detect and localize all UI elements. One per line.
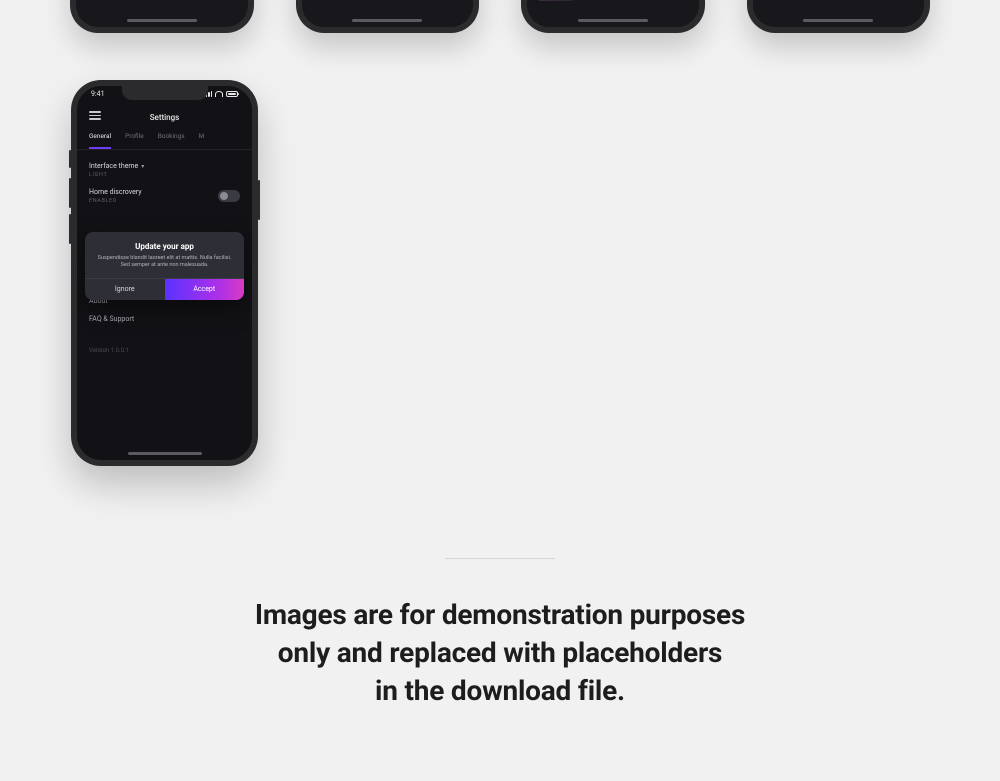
phone-side-button (258, 180, 260, 220)
home-indicator (127, 19, 197, 22)
peek3-thumbnail (537, 0, 575, 1)
section-divider (445, 558, 555, 559)
interface-theme-label: Interface theme (89, 162, 138, 170)
settings-phone-frame: 9:41 Settings General Profile Bookings M… (71, 80, 258, 466)
app-version-text: Version 1.0.0.1 (89, 347, 240, 354)
dialog-description: Suspendisse blandit laoreet elit at matt… (95, 255, 234, 270)
dialog-actions: Ignore Accept (85, 278, 244, 300)
interface-theme-value: LIGHT (89, 172, 240, 178)
home-discovery-label: Home discrovery (89, 188, 142, 196)
caption-line-1: Images are for demonstration purposes (255, 598, 745, 631)
settings-screen: 9:41 Settings General Profile Bookings M… (77, 86, 252, 460)
top-phone-peek-row: Phebe Adams Writer/Journalist Adam West (70, 0, 930, 33)
phone-peek-4 (747, 0, 931, 33)
ignore-button[interactable]: Ignore (85, 279, 165, 300)
home-discovery-row: Home discrovery ENABLED (89, 188, 240, 204)
home-indicator (128, 452, 202, 455)
phone-side-button (69, 178, 71, 208)
page-title: Settings (150, 113, 180, 122)
home-discovery-toggle[interactable] (218, 190, 240, 202)
interface-theme-row[interactable]: Interface theme ▾ (89, 162, 240, 170)
update-app-dialog: Update your app Suspendisse blandit laor… (85, 232, 244, 300)
phone-peek-3: winner who don't like to (521, 0, 705, 33)
caption-line-3: in the download file. (375, 674, 625, 707)
demo-caption: Images are for demonstration purposes on… (0, 596, 1000, 709)
settings-tabs: General Profile Bookings M (77, 132, 252, 150)
phone-side-button (69, 214, 71, 244)
settings-content: Interface theme ▾ LIGHT Home discrovery … (89, 152, 240, 450)
accept-button[interactable]: Accept (165, 279, 245, 300)
tab-more[interactable]: M (199, 132, 205, 149)
battery-icon (226, 91, 238, 97)
dialog-title: Update your app (95, 242, 234, 251)
settings-links: About FAQ & Support (89, 297, 240, 323)
tab-bookings[interactable]: Bookings (158, 132, 185, 149)
home-indicator (803, 19, 873, 22)
chevron-down-icon: ▾ (141, 163, 144, 170)
phone-peek-2: Adam West (296, 0, 480, 33)
faq-support-link[interactable]: FAQ & Support (89, 315, 240, 323)
home-indicator (352, 19, 422, 22)
home-discovery-value: ENABLED (89, 198, 142, 204)
device-notch (122, 86, 208, 100)
tab-general[interactable]: General (89, 132, 111, 149)
caption-line-2: only and replaced with placeholders (278, 636, 722, 669)
status-time: 9:41 (91, 90, 105, 98)
wifi-icon (215, 91, 223, 97)
phone-side-button (69, 150, 71, 168)
peek3-snippet: winner who don't like to (537, 0, 689, 1)
menu-icon[interactable] (89, 111, 101, 120)
home-indicator (578, 19, 648, 22)
phone-peek-1: Phebe Adams Writer/Journalist (70, 0, 254, 33)
screen-header: Settings (77, 108, 252, 126)
tab-profile[interactable]: Profile (125, 132, 144, 149)
